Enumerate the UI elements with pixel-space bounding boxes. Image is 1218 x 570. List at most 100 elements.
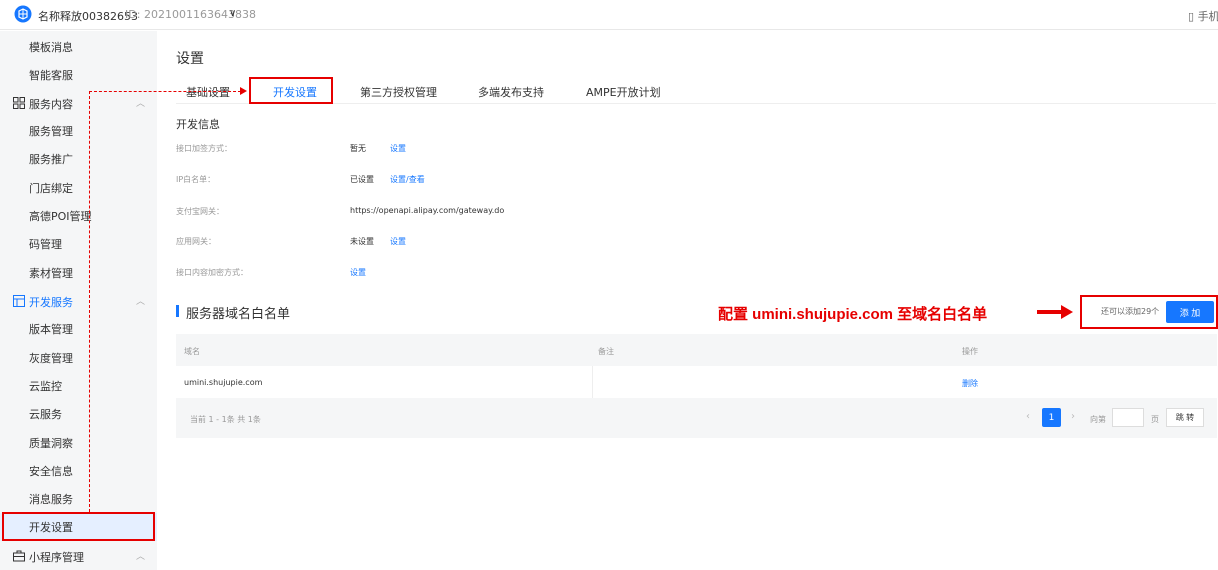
sidebar-group-label: 小程序管理 — [29, 551, 84, 564]
app-name[interactable]: 名称释放00382653 — [38, 8, 138, 24]
info-key: 接口加签方式： — [176, 144, 232, 153]
phone-link[interactable]: ▯ 手机 — [1188, 8, 1218, 24]
sidebar-item-store-bind[interactable]: 门店绑定 — [0, 174, 157, 202]
tab-multi-platform[interactable]: 多端发布支持 — [478, 84, 544, 100]
tab-ampe-plan[interactable]: AMPE开放计划 — [586, 84, 661, 100]
delete-link[interactable]: 删除 — [962, 378, 978, 389]
annotation-box-sidebar — [2, 512, 155, 541]
top-bar: 名称释放00382653 ID: 2021001163643838 ∨ ▯ 手机 — [0, 0, 1218, 30]
sidebar-group-miniapp-manage[interactable]: 小程序管理 ︿ — [0, 542, 157, 570]
sidebar-item-label: 消息服务 — [29, 493, 73, 506]
chevron-down-icon[interactable]: ∨ — [229, 8, 236, 19]
app-id: 2021001163643838 — [144, 8, 256, 21]
info-key: 应用网关： — [176, 237, 216, 246]
domain-cell: umini.shujupie.com — [184, 378, 263, 387]
sidebar-item-material-manage[interactable]: 素材管理 — [0, 259, 157, 287]
sidebar: 模板消息 智能客服 服务内容 ︿ 服务管理 服务推广 门店绑定 高德POI管理 … — [0, 31, 157, 570]
grid-icon — [13, 97, 25, 109]
info-value: 未设置 — [350, 237, 374, 246]
info-value: 暂无 — [350, 144, 366, 153]
annotation-box-tab — [249, 77, 333, 104]
info-row-ip-whitelist: IP白名单： 已设置 设置/查看 — [176, 174, 776, 188]
sidebar-item-label: 素材管理 — [29, 267, 73, 280]
chevron-right-icon[interactable]: › — [1071, 411, 1075, 422]
sidebar-group-dev-service[interactable]: 开发服务 ︿ — [0, 287, 157, 315]
sidebar-item-security-info[interactable]: 安全信息 — [0, 457, 157, 485]
annotation-dashed-line — [89, 91, 90, 512]
column-header-domain: 域名 — [184, 347, 200, 356]
sidebar-item-label: 码管理 — [29, 238, 62, 251]
sidebar-item-label: 灰度管理 — [29, 352, 73, 365]
tab-basic-settings[interactable]: 基础设置 — [186, 84, 230, 100]
sidebar-item-version-manage[interactable]: 版本管理 — [0, 315, 157, 343]
sidebar-item-cloud-service[interactable]: 云服务 — [0, 400, 157, 428]
sidebar-item-label: 云监控 — [29, 380, 62, 393]
sidebar-item-service-manage[interactable]: 服务管理 — [0, 117, 157, 145]
ip-whitelist-link[interactable]: 设置/查看 — [390, 174, 425, 185]
annotation-dashed-line-horizontal — [89, 91, 241, 92]
sidebar-item-cloud-monitor[interactable]: 云监控 — [0, 372, 157, 400]
app-logo-icon — [14, 5, 32, 23]
page-button-current[interactable]: 1 — [1042, 408, 1061, 427]
sidebar-item-quality-insight[interactable]: 质量洞察 — [0, 429, 157, 457]
info-row-alipay-gateway: 支付宝网关： https://openapi.alipay.com/gatewa… — [176, 206, 776, 220]
sidebar-item-label: 服务管理 — [29, 125, 73, 138]
sidebar-item-label: 质量洞察 — [29, 437, 73, 450]
sidebar-group-label: 开发服务 — [29, 296, 73, 309]
sign-method-set-link[interactable]: 设置 — [390, 143, 406, 154]
phone-link-label: 手机 — [1197, 10, 1218, 23]
page-jump-input[interactable] — [1112, 408, 1144, 427]
column-divider — [592, 366, 593, 398]
jump-button[interactable]: 跳 转 — [1166, 408, 1204, 427]
encrypt-method-set-link[interactable]: 设置 — [350, 267, 366, 278]
add-remaining-hint: 还可以添加29个 — [1101, 307, 1160, 316]
sidebar-item-label: 云服务 — [29, 408, 62, 421]
sidebar-item-gray-manage[interactable]: 灰度管理 — [0, 344, 157, 372]
sidebar-group-service-content[interactable]: 服务内容 ︿ — [0, 89, 157, 117]
sidebar-item-label: 门店绑定 — [29, 182, 73, 195]
sidebar-item-template-message[interactable]: 模板消息 — [0, 33, 157, 61]
info-row-sign-method: 接口加签方式： 暂无 设置 — [176, 143, 776, 157]
page-title: 设置 — [176, 51, 204, 67]
annotation-text: 配置 umini.shujupie.com 至域名白名单 — [718, 306, 988, 323]
add-domain-button[interactable]: 添 加 — [1166, 301, 1214, 323]
info-value: 已设置 — [350, 175, 374, 184]
sidebar-item-label: 模板消息 — [29, 41, 73, 54]
goto-label: 向第 — [1090, 415, 1106, 424]
page-label: 页 — [1151, 415, 1159, 424]
column-header-note: 备注 — [598, 347, 614, 356]
info-row-encrypt-method: 接口内容加密方式： 设置 — [176, 267, 776, 281]
info-key: 支付宝网关： — [176, 207, 224, 216]
pagination-summary: 当前 1 - 1条 共 1条 — [190, 415, 261, 424]
app-id-label: ID: — [125, 8, 141, 21]
info-key: 接口内容加密方式： — [176, 268, 248, 277]
chevron-left-icon[interactable]: ‹ — [1026, 411, 1030, 422]
domain-table: 域名 备注 操作 umini.shujupie.com 删除 当前 1 - 1条… — [176, 334, 1217, 438]
arrow-right-icon — [1037, 305, 1073, 319]
sidebar-item-label: 版本管理 — [29, 323, 73, 336]
dev-service-icon — [13, 295, 25, 307]
chevron-up-icon: ︿ — [136, 297, 146, 307]
table-row: umini.shujupie.com 删除 — [176, 366, 1217, 398]
briefcase-icon — [13, 550, 25, 562]
tab-third-party-auth[interactable]: 第三方授权管理 — [360, 84, 437, 100]
info-row-app-gateway: 应用网关： 未设置 设置 — [176, 236, 776, 250]
info-value: https://openapi.alipay.com/gateway.do — [350, 206, 505, 215]
column-header-action: 操作 — [962, 347, 978, 356]
sidebar-item-service-promote[interactable]: 服务推广 — [0, 145, 157, 173]
pagination: 当前 1 - 1条 共 1条 ‹ 1 › 向第 页 跳 转 — [176, 398, 1217, 438]
sidebar-item-label: 智能客服 — [29, 69, 73, 82]
sidebar-item-label: 安全信息 — [29, 465, 73, 478]
whitelist-title-text: 服务器域名白名单 — [186, 307, 291, 322]
sidebar-group-label: 服务内容 — [29, 98, 73, 111]
table-header: 域名 备注 操作 — [176, 334, 1217, 366]
sidebar-item-smart-service[interactable]: 智能客服 — [0, 61, 157, 89]
chevron-up-icon: ︿ — [136, 99, 146, 109]
dev-info-title: 开发信息 — [176, 118, 220, 131]
sidebar-item-label: 服务推广 — [29, 153, 73, 166]
section-accent-bar — [176, 305, 179, 317]
app-gateway-set-link[interactable]: 设置 — [390, 236, 406, 247]
sidebar-item-message-service[interactable]: 消息服务 — [0, 485, 157, 513]
sidebar-item-amap-poi[interactable]: 高德POI管理 — [0, 202, 157, 230]
sidebar-item-code-manage[interactable]: 码管理 — [0, 230, 157, 258]
